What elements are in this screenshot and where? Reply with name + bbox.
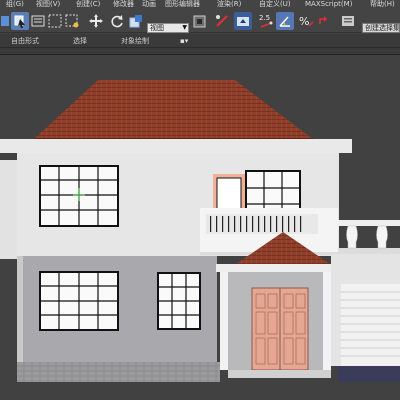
garage-section bbox=[331, 254, 400, 382]
menu-graph-editors[interactable]: 图形编辑器 bbox=[165, 0, 200, 10]
edit-named-selection-icon[interactable] bbox=[339, 12, 357, 30]
chevron-down-icon: ▼ bbox=[182, 24, 187, 31]
reference-coordinate-value: 视图 bbox=[150, 24, 164, 32]
left-wall-edge bbox=[0, 160, 17, 259]
front-viewport[interactable] bbox=[0, 56, 400, 400]
select-and-scale-icon[interactable] bbox=[127, 12, 145, 30]
undo-icon[interactable] bbox=[0, 12, 10, 30]
ribbon-tab-freeform[interactable]: 自由形式 bbox=[11, 36, 39, 46]
menu-help[interactable]: 帮助(H) bbox=[370, 0, 395, 10]
pivot-center-icon[interactable] bbox=[191, 12, 209, 30]
menu-maxscript[interactable]: MAXScript(M) bbox=[305, 0, 352, 10]
snaps-toggle-icon[interactable]: 2.5 bbox=[257, 12, 275, 30]
terrace-balustrade bbox=[338, 220, 400, 254]
ribbon-minimize-toggle[interactable]: ▪▾ bbox=[180, 37, 194, 45]
percent-snap-icon[interactable]: % bbox=[297, 12, 315, 30]
reference-coordinate-dropdown[interactable]: 视图 ▼ bbox=[147, 23, 189, 33]
select-and-manipulate-icon[interactable] bbox=[213, 12, 231, 30]
svg-text:%: % bbox=[299, 15, 309, 28]
entrance-step bbox=[228, 370, 331, 378]
select-object-icon[interactable] bbox=[11, 12, 29, 30]
menu-rendering[interactable]: 渲染(R) bbox=[217, 0, 241, 10]
lower-middle-window bbox=[157, 272, 201, 330]
3ds-max-window: 组(G) 视图(V) 创建(C) 修改器 动画 图形编辑器 渲染(R) 自定义(… bbox=[0, 0, 400, 400]
menu-modifiers[interactable]: 修改器 bbox=[113, 0, 134, 10]
main-toolbar: 视图 ▼ 2.5 % 创建选择集 bbox=[0, 10, 400, 33]
select-and-rotate-icon[interactable] bbox=[108, 12, 126, 30]
ribbon-tab-selection[interactable]: 选择 bbox=[73, 36, 87, 46]
window-crossing-icon[interactable] bbox=[63, 12, 81, 30]
menu-bar: 组(G) 视图(V) 创建(C) 修改器 动画 图形编辑器 渲染(R) 自定义(… bbox=[0, 0, 400, 10]
lower-left-window bbox=[39, 271, 119, 331]
snap-value-label: 2.5 bbox=[259, 14, 270, 22]
keyboard-shortcut-override-icon[interactable] bbox=[234, 12, 252, 30]
menu-group[interactable]: 组(G) bbox=[6, 0, 24, 10]
menu-customize[interactable]: 自定义(U) bbox=[259, 0, 291, 10]
menu-views[interactable]: 视图(V) bbox=[36, 0, 60, 10]
garage-door bbox=[341, 284, 400, 366]
main-roof bbox=[34, 80, 313, 140]
menu-animation[interactable]: 动画 bbox=[142, 0, 156, 10]
ribbon-tab-bar: 自由形式 选择 对象绘制 ▪▾ bbox=[0, 34, 400, 48]
upper-eave-band bbox=[0, 139, 352, 153]
ribbon-tab-object-paint[interactable]: 对象绘制 bbox=[121, 36, 149, 46]
menu-create[interactable]: 创建(C) bbox=[76, 0, 100, 10]
select-by-name-icon[interactable] bbox=[29, 12, 47, 30]
spinner-snap-icon[interactable] bbox=[315, 12, 333, 30]
upper-left-window bbox=[39, 165, 119, 227]
stone-base bbox=[17, 362, 220, 382]
named-selection-sets-field[interactable]: 创建选择集 bbox=[362, 23, 400, 33]
ribbon-panel bbox=[0, 48, 400, 55]
rect-selection-region-icon[interactable] bbox=[46, 12, 64, 30]
front-door[interactable] bbox=[251, 287, 309, 371]
select-and-move-icon[interactable] bbox=[87, 12, 105, 30]
angle-snap-icon[interactable] bbox=[276, 12, 294, 30]
